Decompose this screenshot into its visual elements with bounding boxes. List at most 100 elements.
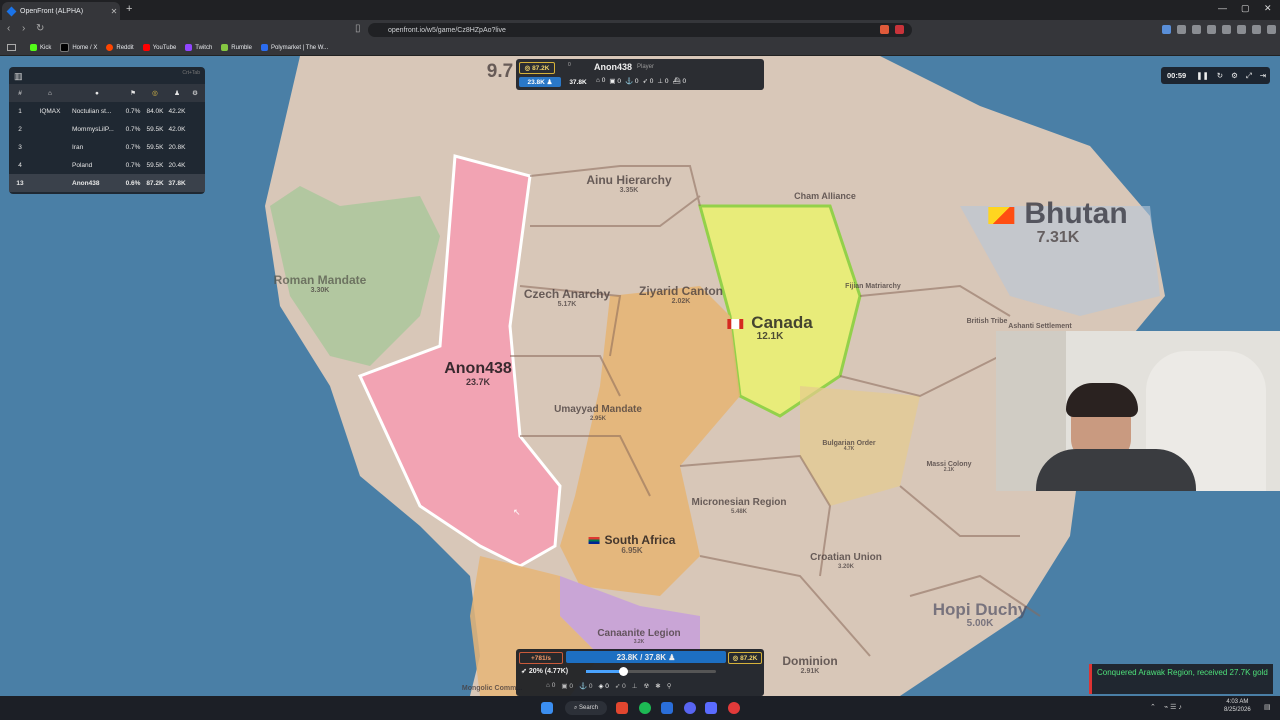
- player-header-icon[interactable]: ●: [69, 90, 122, 97]
- bookmark-reddit[interactable]: Reddit: [106, 44, 134, 51]
- taskbar-search[interactable]: ⌕ Search: [565, 701, 607, 715]
- discord-icon[interactable]: [684, 702, 696, 714]
- territory-header-icon[interactable]: ⚑: [122, 89, 144, 97]
- settings-header-icon[interactable]: ⚙: [188, 89, 202, 97]
- bookmark-x[interactable]: Home / X: [60, 43, 97, 52]
- country-label: Cham Alliance: [794, 191, 856, 201]
- tray-icons[interactable]: ⌁ ☰ ♪: [1164, 703, 1182, 711]
- back-icon[interactable]: ‹: [7, 23, 10, 34]
- gold-chip: ◎ 87.2K: [728, 652, 762, 664]
- notifications-icon[interactable]: ▤: [1264, 703, 1271, 711]
- bookmark-twitch[interactable]: Twitch: [185, 44, 212, 51]
- close-tab-icon[interactable]: ✕: [108, 7, 120, 16]
- leaderboard-hint: Crt+Tab: [182, 70, 200, 76]
- build-tower-button[interactable]: ⚲: [667, 682, 672, 690]
- forward-icon[interactable]: ›: [22, 23, 25, 34]
- port-counter: ▣ 0: [609, 78, 621, 85]
- leaderboard-header: # ⌂ ● ⚑ ◎ ♟ ⚙: [9, 84, 205, 102]
- attack-ratio-label: ➶ 20% (4.77K): [521, 668, 569, 675]
- build-missile-button[interactable]: ➶ 0: [615, 682, 626, 690]
- bookmark-kick[interactable]: Kick: [30, 44, 51, 51]
- leaderboard-panel: ▥ Crt+Tab # ⌂ ● ⚑ ◎ ♟ ⚙ 1 IQMAX Noctulian …: [9, 67, 205, 194]
- country-label: Ziyarid Canton 2.02K: [638, 284, 724, 305]
- windows-start-icon[interactable]: [541, 702, 553, 714]
- browser-tab[interactable]: OpenFront (ALPHA) ✕: [2, 2, 120, 20]
- extension-icon[interactable]: [1192, 25, 1201, 34]
- address-bar[interactable]: openfront.io/w5/game/Cz8HZpAo?live: [368, 23, 912, 37]
- reddit-icon: [106, 44, 114, 51]
- player-info-bar: ◎ 87.2K 23.8K ♟ 37.8K 0 Anon438 Player ⌂…: [516, 59, 764, 90]
- missile-counter: ➶ 0: [642, 78, 654, 85]
- rank-header: #: [18, 89, 22, 97]
- build-city-button[interactable]: ⌂ 0: [546, 682, 555, 690]
- webcam-overlay: [996, 331, 1280, 491]
- defense-counter: ⚓ 0: [624, 78, 639, 85]
- window-close-icon[interactable]: ✕: [1264, 3, 1272, 14]
- bookmark-polymarket[interactable]: Polymarket | The W...: [260, 44, 328, 51]
- build-nuke-button[interactable]: ☢: [643, 682, 649, 690]
- fullscreen-icon[interactable]: ⤢: [1246, 71, 1252, 81]
- settings-icon[interactable]: ⚙: [1231, 71, 1238, 80]
- menu-icon[interactable]: [1267, 25, 1276, 34]
- control-panel: +781/s 23.8K / 37.8K ♟ ◎ 87.2K ➶ 20% (4.…: [516, 649, 764, 696]
- income-chip: +781/s: [519, 652, 563, 664]
- brave-browser-icon[interactable]: [616, 702, 628, 714]
- new-tab-icon[interactable]: +: [126, 3, 132, 15]
- rewards-icon[interactable]: [895, 25, 904, 34]
- exit-icon[interactable]: ⇥: [1260, 71, 1266, 80]
- reload-icon[interactable]: ↻: [36, 23, 44, 34]
- restart-icon[interactable]: ↻: [1217, 71, 1223, 80]
- south-africa-flag-icon: [588, 537, 600, 545]
- browser-tabbar: OpenFront (ALPHA) ✕ + — ▢ ✕: [0, 0, 1280, 20]
- apps-icon[interactable]: [7, 44, 16, 51]
- openfront-favicon-icon: [6, 6, 17, 16]
- app-icon[interactable]: [705, 702, 717, 714]
- wallet-icon[interactable]: [1252, 25, 1261, 34]
- country-label: Micronesian Region 5.48K: [691, 497, 787, 515]
- troops-progress-bar: 23.8K / 37.8K ♟: [566, 651, 726, 663]
- warship-counter: ⛴ 0: [672, 78, 687, 85]
- extension-icon[interactable]: [1237, 25, 1246, 34]
- gold-chip: ◎ 87.2K: [519, 62, 555, 74]
- leaderboard-row[interactable]: 1 IQMAX Noctulian st... 0.7% 84.0K 42.2K: [9, 102, 205, 120]
- minimize-icon[interactable]: —: [1218, 3, 1227, 13]
- build-shield-button[interactable]: ◈ 0: [598, 682, 608, 690]
- country-label: Bulgarian Order 4.7K: [822, 440, 876, 453]
- extension-icon[interactable]: [1177, 25, 1186, 34]
- build-sam-button[interactable]: ⊥: [632, 682, 638, 690]
- leaderboard-row-self[interactable]: 13 Anon438 0.6% 87.2K 37.8K: [9, 174, 205, 192]
- sam-counter: ⊥ 0: [657, 78, 669, 85]
- taskbar-clock[interactable]: 4:03 AM 8/25/2026: [1224, 698, 1251, 715]
- country-label-south-africa: South Africa 6.95K: [588, 534, 675, 555]
- maximize-icon[interactable]: ▢: [1241, 3, 1250, 14]
- bookmark-youtube[interactable]: YouTube: [142, 44, 176, 51]
- build-defense-button[interactable]: ⚓ 0: [579, 682, 593, 690]
- leaderboard-toggle-icon[interactable]: ▥: [14, 71, 23, 82]
- brave-shield-icon[interactable]: [880, 25, 889, 34]
- leaderboard-row[interactable]: 2 MommysLilP... 0.7% 59.5K 42.0K: [9, 120, 205, 138]
- bookmark-page-icon[interactable]: ▯: [355, 23, 361, 34]
- game-timer: 00:59: [1167, 71, 1187, 80]
- streamer-hoodie: [1036, 449, 1196, 491]
- extension-icon[interactable]: [1222, 25, 1231, 34]
- city-counter: ⌂ 0: [596, 77, 606, 84]
- tray-chevron-icon[interactable]: ⌃: [1150, 703, 1156, 711]
- youtube-icon: [142, 44, 150, 51]
- mouse-cursor-icon: ↖: [513, 507, 521, 517]
- app-icon[interactable]: [661, 702, 673, 714]
- obs-icon[interactable]: [728, 702, 740, 714]
- troops-header-icon[interactable]: ♟: [166, 89, 188, 97]
- pause-icon[interactable]: ❚❚: [1196, 71, 1209, 80]
- clan-header-icon[interactable]: ⌂: [31, 90, 69, 97]
- slider-thumb[interactable]: [619, 667, 628, 676]
- extension-icon[interactable]: [1162, 25, 1171, 34]
- leaderboard-row[interactable]: 3 Iran 0.7% 59.5K 20.8K: [9, 138, 205, 156]
- spotify-icon[interactable]: [639, 702, 651, 714]
- gold-header-icon[interactable]: ◎: [144, 89, 166, 97]
- build-port-button[interactable]: ▣ 0: [561, 682, 573, 690]
- sidebar-icon[interactable]: [1207, 25, 1216, 34]
- bookmark-rumble[interactable]: Rumble: [221, 44, 252, 51]
- attack-ratio-slider[interactable]: [586, 667, 716, 676]
- leaderboard-row[interactable]: 4 Poland 0.7% 59.5K 20.4K: [9, 156, 205, 174]
- build-mirv-button[interactable]: ✱: [655, 682, 660, 690]
